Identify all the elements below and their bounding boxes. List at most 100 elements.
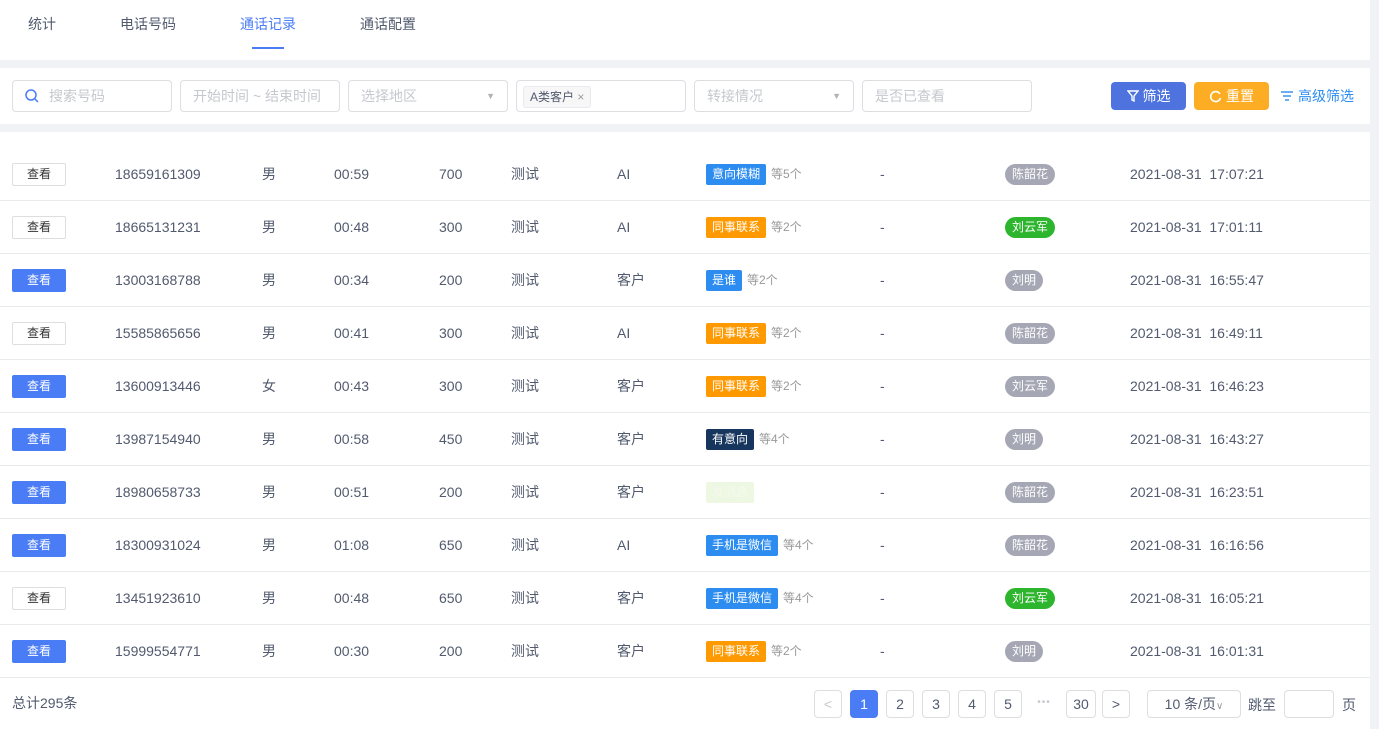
source-cell: 客户	[617, 378, 645, 394]
source-cell: AI	[617, 219, 631, 235]
jump-page-input[interactable]	[1284, 690, 1334, 718]
advanced-filter-label: 高级筛选	[1298, 88, 1354, 104]
page-30[interactable]: 30	[1066, 690, 1096, 718]
caret-down-icon: ▼	[486, 91, 495, 101]
view-button[interactable]: 查看	[12, 322, 66, 345]
time-cell: 2021-08-31 16:49:11	[1130, 325, 1263, 341]
person-badge: 刘明	[1005, 429, 1044, 450]
search-placeholder: 搜索号码	[49, 88, 105, 104]
phone-cell: 18659161309	[115, 166, 201, 182]
task-cell: 测试	[511, 643, 539, 659]
search-icon	[25, 89, 39, 103]
page-size-select[interactable]: 10 条/页∨	[1147, 690, 1241, 718]
page-4[interactable]: 4	[958, 690, 986, 718]
intent-tag: 意向模糊	[706, 164, 767, 185]
phone-cell: 18665131231	[115, 219, 201, 235]
tab-call-records[interactable]: 通话记录	[240, 14, 296, 49]
view-button[interactable]: 查看	[12, 269, 66, 292]
date-range-input[interactable]: 开始时间 ~ 结束时间	[180, 80, 340, 112]
task-cell: 测试	[511, 537, 539, 553]
total-count: 总计295条	[12, 695, 78, 711]
tab-stats[interactable]: 统计	[28, 14, 56, 34]
person-badge: 陈韶花	[1005, 535, 1056, 556]
phone-cell: 13451923610	[115, 590, 201, 606]
transfer-cell: -	[880, 272, 885, 288]
transfer-cell: -	[880, 166, 885, 182]
records-table: 查看 18659161309 男 00:59 700 测试 AI - 2021-08-31 17…	[0, 132, 1370, 729]
transfer-select[interactable]: 转接情况 ▼	[694, 80, 854, 112]
phone-cell: 13600913446	[115, 378, 201, 394]
phone-cell: 18980658733	[115, 484, 201, 500]
person-badge: 刘明	[1005, 270, 1044, 291]
score-cell: 200	[439, 272, 463, 288]
reset-button[interactable]: 重置	[1194, 82, 1269, 110]
prev-page-button[interactable]: <	[814, 690, 842, 718]
source-cell: AI	[617, 537, 631, 553]
transfer-cell: -	[880, 590, 885, 606]
view-button[interactable]: 查看	[12, 428, 66, 451]
intent-tag: 同事联系	[706, 376, 767, 397]
page-suffix: 页	[1342, 697, 1356, 713]
view-button[interactable]: 查看	[12, 216, 66, 239]
gender-cell: 男	[262, 590, 276, 606]
view-button[interactable]: 查看	[12, 481, 66, 504]
person-badge: 陈韶花	[1005, 164, 1056, 185]
time-cell: 2021-08-31 17:01:11	[1130, 219, 1263, 235]
phone-cell: 15585865656	[115, 325, 201, 341]
tab-phone-numbers[interactable]: 电话号码	[120, 14, 176, 34]
view-button[interactable]: 查看	[12, 163, 66, 186]
search-input[interactable]: 搜索号码	[12, 80, 172, 112]
gender-cell: 女	[262, 378, 276, 394]
person-badge: 刘云军	[1005, 588, 1056, 609]
page-ellipsis[interactable]: •••	[1030, 690, 1058, 718]
transfer-cell: -	[880, 378, 885, 394]
chevron-down-icon: ∨	[1216, 701, 1224, 712]
tag-more-count: 等2个	[747, 273, 778, 287]
tag-more-count: 等4个	[783, 538, 814, 552]
table-row: 查看 13003168788 男 00:34 200 测试 客户 - 2021-08-31 16…	[0, 254, 1370, 307]
phone-cell: 13987154940	[115, 431, 201, 447]
next-page-button[interactable]: >	[1102, 690, 1130, 718]
view-button[interactable]: 查看	[12, 534, 66, 557]
task-cell: 测试	[511, 325, 539, 341]
tab-call-config[interactable]: 通话配置	[360, 14, 416, 34]
intent-tag: 是谁	[706, 270, 743, 291]
view-button[interactable]: 查看	[12, 640, 66, 663]
table-row: 查看 13451923610 男 00:48 650 测试 客户 - 2021-08-31 16…	[0, 572, 1370, 625]
intent-tag: 发消息	[706, 482, 755, 503]
source-cell: 客户	[617, 590, 645, 606]
view-button[interactable]: 查看	[12, 375, 66, 398]
task-cell: 测试	[511, 272, 539, 288]
page-1[interactable]: 1	[850, 690, 878, 718]
table-row: 查看 15999554771 男 00:30 200 测试 客户 - 2021-08-31 16…	[0, 625, 1370, 678]
page-2[interactable]: 2	[886, 690, 914, 718]
score-cell: 300	[439, 219, 463, 235]
table-row: 查看 18659161309 男 00:59 700 测试 AI - 2021-08-31 17…	[0, 148, 1370, 201]
intent-tag: 同事联系	[706, 641, 767, 662]
source-cell: 客户	[617, 272, 645, 288]
customer-type-select[interactable]: A类客户 ×	[516, 80, 686, 112]
gender-cell: 男	[262, 325, 276, 341]
gender-cell: 男	[262, 219, 276, 235]
time-cell: 2021-08-31 16:46:23	[1130, 378, 1264, 394]
reset-label: 重置	[1226, 88, 1254, 104]
transfer-cell: -	[880, 537, 885, 553]
region-select[interactable]: 选择地区 ▼	[348, 80, 508, 112]
person-badge: 刘明	[1005, 641, 1044, 662]
view-button[interactable]: 查看	[12, 587, 66, 610]
page-5[interactable]: 5	[994, 690, 1022, 718]
task-cell: 测试	[511, 166, 539, 182]
intent-tag: 同事联系	[706, 217, 767, 238]
refresh-icon	[1209, 90, 1222, 103]
page-3[interactable]: 3	[922, 690, 950, 718]
gender-cell: 男	[262, 537, 276, 553]
scrollbar[interactable]	[1370, 0, 1379, 729]
person-badge: 陈韶花	[1005, 323, 1056, 344]
advanced-filter-link[interactable]: 高级筛选	[1280, 82, 1354, 110]
viewed-input[interactable]: 是否已查看	[862, 80, 1032, 112]
table-row: 查看 13600913446 女 00:43 300 测试 客户 - 2021-08-31 16…	[0, 360, 1370, 413]
transfer-cell: -	[880, 219, 885, 235]
filter-button[interactable]: 筛选	[1111, 82, 1186, 110]
close-icon[interactable]: ×	[577, 90, 584, 104]
duration-cell: 00:51	[334, 484, 370, 500]
